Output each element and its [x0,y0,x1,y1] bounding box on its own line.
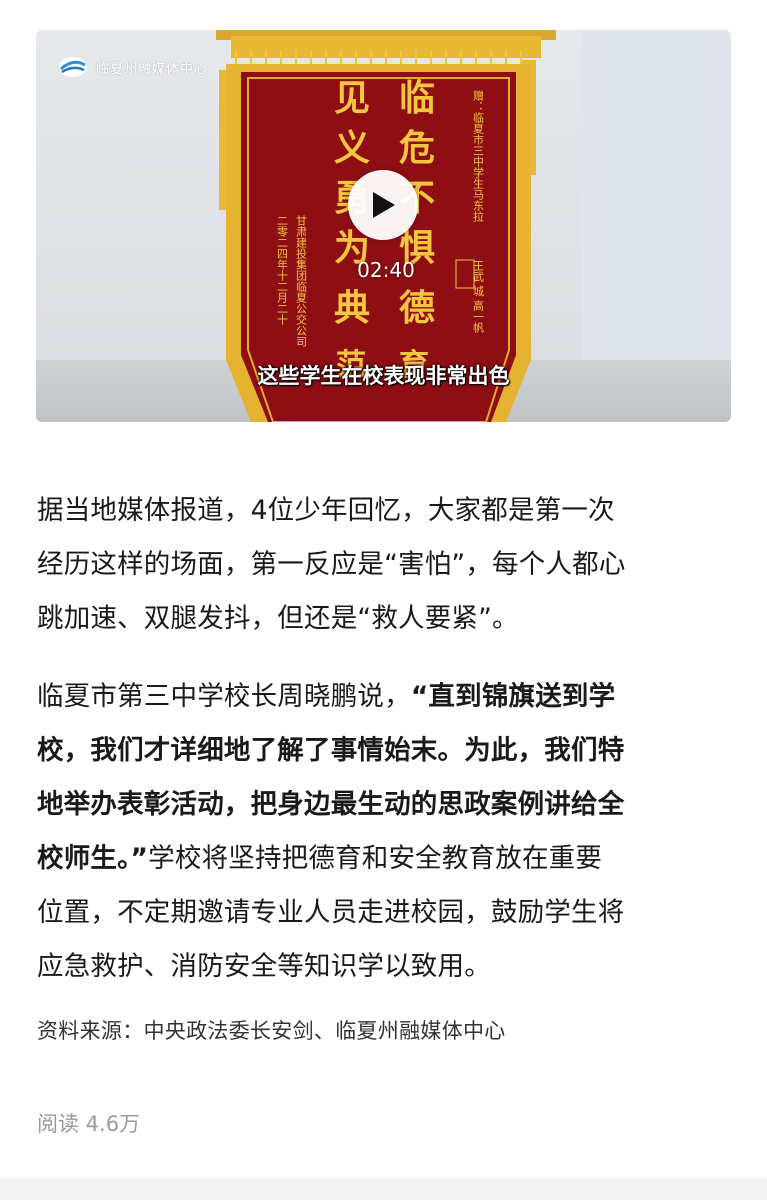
media-logo: 临夏州融媒体中心 [58,56,208,78]
article-paragraph-2: 临夏市第三中学校长周晓鹏说，“直到锦旗送到学 校，我们才详细地了解了事情始末。为… [37,670,737,994]
paragraph-text: 临夏市第三中学校长周晓鹏说， [37,681,411,712]
paragraph-line: 位置，不定期邀请专业人员走进校园，鼓励学生将 [37,897,625,928]
paragraph-text: 学校将坚持把德育和安全教育放在重要 [148,843,603,874]
paragraph-line: 据当地媒体报道，4位少年回忆，大家都是第一次 [37,495,615,526]
quote-bold-text: 校，我们才详细地了解了事情始末。为此，我们特 [37,735,625,766]
video-subtitle: 这些学生在校表现非常出色 [257,364,510,388]
play-button[interactable] [348,170,418,240]
svg-text:二零二四年十二月二十: 二零二四年十二月二十 [276,215,289,325]
media-logo-text: 临夏州融媒体中心 [96,61,209,77]
svg-text:赠：临夏市三中学生马东拉: 赠：临夏市三中学生马东拉 [472,89,485,223]
paragraph-line: 经历这样的场面，第一反应是“害怕”，每个人都心 [37,549,626,580]
svg-text:典: 典 [334,287,370,329]
svg-text:德: 德 [399,287,435,329]
paragraph-line: 跳加速、双腿发抖，但还是“救人要紧”。 [37,603,519,634]
svg-text:见: 见 [334,77,370,119]
play-icon [373,192,395,218]
svg-text:甘肃建投集团临夏公交公司: 甘肃建投集团临夏公交公司 [295,215,308,347]
quote-bold-text: 地举办表彰活动，把身边最生动的思政案例讲给全 [37,789,625,820]
bottom-bar [0,1178,767,1200]
media-logo-icon [59,57,87,77]
paragraph-line: 校师生。”学校将坚持把德育和安全教育放在重要 [37,832,737,886]
source-attribution: 资料来源：中央政法委长安剑、临夏州融媒体中心 [37,1019,506,1043]
svg-text:王武 城 高一帆: 王武 城 高一帆 [472,260,485,334]
svg-text:危: 危 [399,127,435,169]
video-duration: 02:40 [357,258,415,282]
quote-bold-text: 校师生。” [37,843,149,874]
svg-text:义: 义 [334,127,370,169]
quote-bold-text: “直到锦旗送到学 [410,681,616,712]
paragraph-line: 临夏市第三中学校长周晓鹏说，“直到锦旗送到学 [37,670,737,724]
article-paragraph-1: 据当地媒体报道，4位少年回忆，大家都是第一次 经历这样的场面，第一反应是“害怕”… [37,484,737,646]
paragraph-line: 应急救护、消防安全等知识学以致用。 [37,951,491,982]
svg-text:临: 临 [399,77,435,119]
video-player[interactable]: 见义勇 为典 临危不 惧德 范育 赠：临夏市三中学生马东拉 王武 城 高一帆 甘… [36,30,731,422]
read-count: 阅读 4.6万 [37,1112,141,1136]
paragraph-line: 地举办表彰活动，把身边最生动的思政案例讲给全 [37,778,737,832]
paragraph-line: 校，我们才详细地了解了事情始末。为此，我们特 [37,724,737,778]
